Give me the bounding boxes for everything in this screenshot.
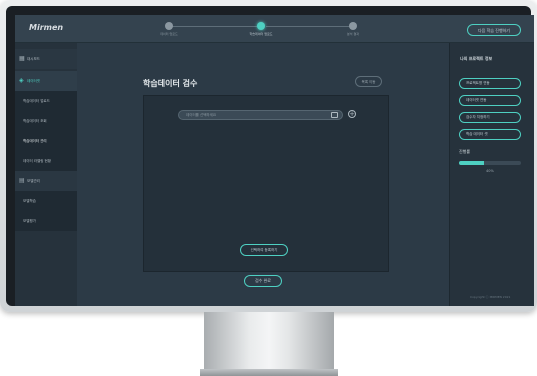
- sidebar-item-model[interactable]: ▤ 모델관리: [15, 171, 77, 191]
- tag-icon: ◈: [19, 77, 24, 84]
- project-info-title: 나의 프로젝트 정보: [460, 56, 493, 61]
- project-pill-2[interactable]: 데이터셋 연동: [459, 95, 521, 106]
- step-label-2: 학습데이터 업로드: [249, 32, 273, 36]
- sidebar-item-labeling[interactable]: 데이터 라벨링 현황: [15, 151, 77, 171]
- copyright-text: Copyright ⓒ MIRMEN 2021: [470, 295, 511, 299]
- folder-icon[interactable]: [331, 112, 338, 118]
- app-logo[interactable]: Mirmen: [29, 23, 63, 32]
- progress-bar: [459, 161, 521, 165]
- add-icon[interactable]: +: [348, 110, 356, 118]
- review-panel: 데이터를 선택하세요 + 선택하여 등록하기: [143, 95, 389, 272]
- chart-icon: ▤: [19, 177, 25, 184]
- progress-label: 진행률: [459, 149, 471, 154]
- sidebar-item-dashboard[interactable]: ▦ 대시보드: [15, 49, 77, 69]
- progress-fill: [459, 161, 484, 165]
- monitor-frame: Mirmen 데이터 업로드 학습데이터 업로드 분석 결과 다음 학습 진행하…: [0, 0, 537, 312]
- sidebar-item-manage[interactable]: 학습데이터 관리: [15, 131, 77, 151]
- sidebar-item-view[interactable]: 학습데이터 조회: [15, 111, 77, 131]
- sidebar-item-eval[interactable]: 모델평가: [15, 211, 77, 231]
- sidebar-item-training[interactable]: 모델학습: [15, 191, 77, 211]
- grid-icon: ▦: [19, 55, 25, 62]
- step-dot-2[interactable]: [257, 22, 265, 30]
- step-connector: [266, 26, 354, 27]
- top-bar: Mirmen 데이터 업로드 학습데이터 업로드 분석 결과 다음 학습 진행하…: [15, 15, 534, 43]
- project-pill-1[interactable]: 프로젝트명 연동: [459, 78, 521, 89]
- project-info-panel: 나의 프로젝트 정보 프로젝트명 연동 데이터셋 연동 검수자 지정하기 학습 …: [449, 43, 534, 306]
- app-screen: Mirmen 데이터 업로드 학습데이터 업로드 분석 결과 다음 학습 진행하…: [15, 15, 534, 306]
- main-content: 학습데이터 검수 목록 이동 데이터를 선택하세요 + 선택하여 등록하기 검수…: [77, 43, 449, 306]
- search-placeholder: 데이터를 선택하세요: [186, 113, 217, 117]
- monitor-bezel: Mirmen 데이터 업로드 학습데이터 업로드 분석 결과 다음 학습 진행하…: [6, 6, 534, 306]
- monitor-stand: [204, 312, 334, 370]
- list-button[interactable]: 목록 이동: [355, 76, 382, 87]
- step-connector: [169, 26, 257, 27]
- sidebar-item-upload[interactable]: 학습데이터 업로드: [15, 91, 77, 111]
- step-dot-1[interactable]: [165, 22, 173, 30]
- next-step-button[interactable]: 다음 학습 진행하기: [467, 24, 521, 36]
- sidebar: ▦ 대시보드 ◈ 데이터셋 학습데이터 업로드 학습데이터 조회 학습데이터 관리 …: [15, 43, 77, 306]
- step-label-1: 데이터 업로드: [160, 32, 178, 36]
- page-title: 학습데이터 검수: [143, 79, 198, 88]
- project-pill-3[interactable]: 검수자 지정하기: [459, 112, 521, 123]
- search-input[interactable]: 데이터를 선택하세요: [178, 110, 343, 120]
- progress-stepper: 데이터 업로드 학습데이터 업로드 분석 결과: [160, 21, 365, 39]
- monitor-base: [200, 369, 338, 376]
- progress-percent: 40%: [486, 169, 494, 173]
- step-label-3: 분석 결과: [347, 32, 359, 36]
- complete-button[interactable]: 검수 완료: [244, 275, 282, 287]
- register-button[interactable]: 선택하여 등록하기: [240, 244, 288, 256]
- project-pill-4[interactable]: 학습 데이터 셋: [459, 129, 521, 140]
- sidebar-item-dataset[interactable]: ◈ 데이터셋: [15, 71, 77, 91]
- step-dot-3[interactable]: [349, 22, 357, 30]
